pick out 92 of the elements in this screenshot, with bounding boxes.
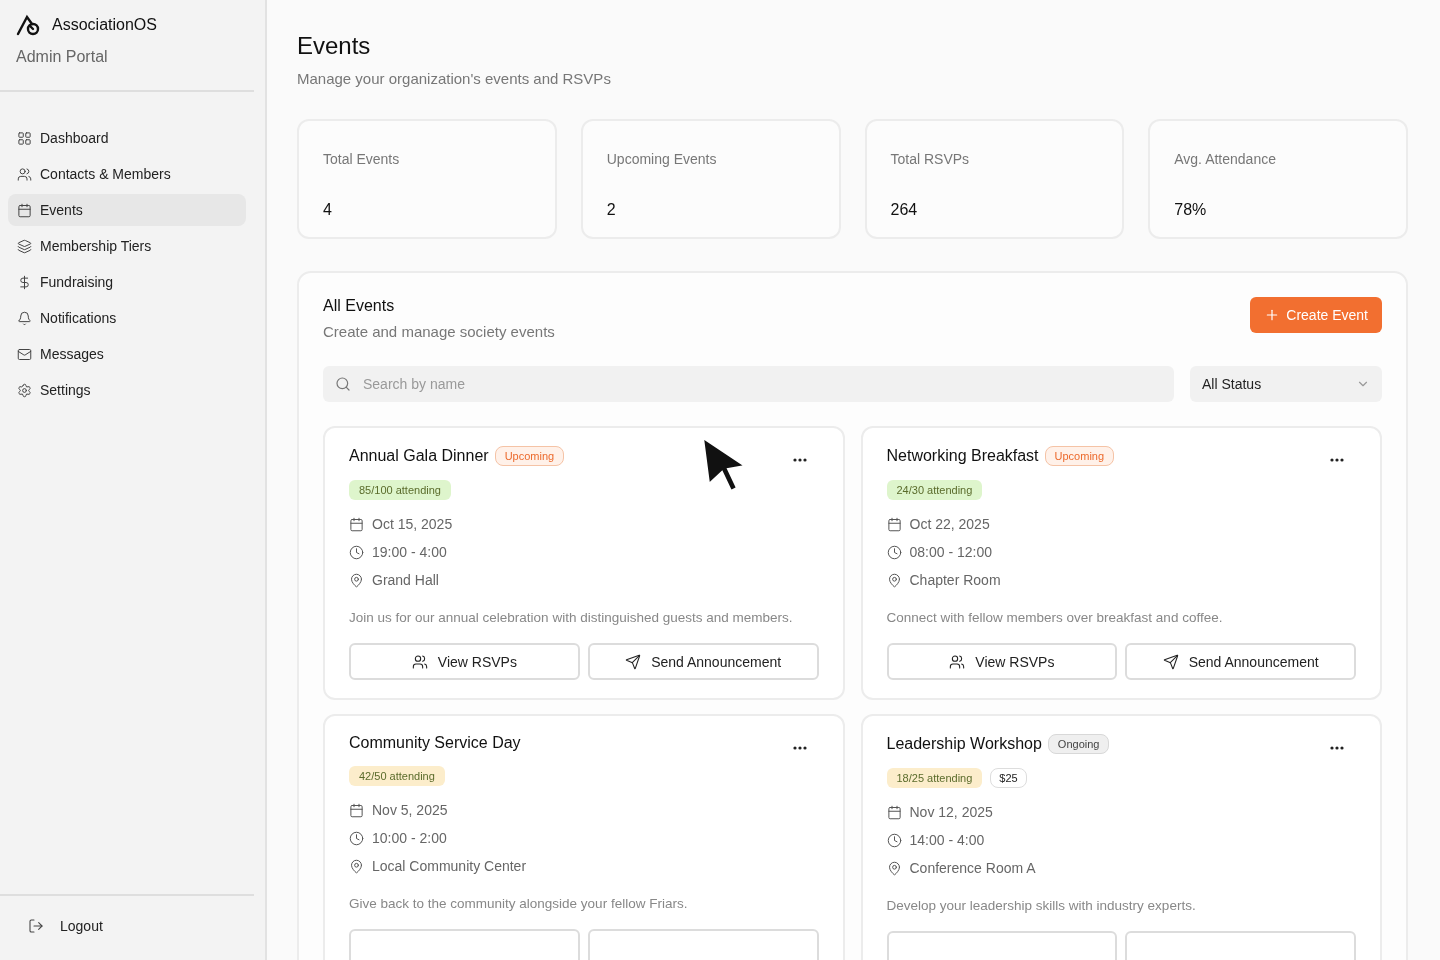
- stat-label: Avg. Attendance: [1174, 151, 1277, 167]
- more-options-button[interactable]: [1330, 458, 1344, 462]
- event-time: 08:00 - 12:00: [909, 544, 992, 560]
- clock-icon: [349, 544, 364, 560]
- nav-item[interactable]: Messages: [8, 338, 246, 370]
- status-badge: Upcoming: [1044, 446, 1115, 466]
- calendar-icon: [886, 516, 902, 532]
- event-description: Develop your leadership skills with industry experts.: [886, 898, 1197, 913]
- view-rsvps-button[interactable]: View RSVPs: [886, 643, 1118, 680]
- search-field[interactable]: Search by name: [323, 366, 1174, 402]
- event-title: Annual Gala Dinner: [349, 447, 489, 465]
- dashboard-icon: [17, 130, 32, 146]
- event-date: Oct 15, 2025: [372, 516, 453, 532]
- event-location: Chapter Room: [909, 572, 1001, 588]
- event-time: 14:00 - 4:00: [909, 832, 985, 848]
- event-title: Community Service Day: [349, 734, 521, 752]
- more-options-button[interactable]: [1330, 746, 1344, 750]
- status-dropdown[interactable]: All Status: [1190, 366, 1382, 402]
- event-location: Grand Hall: [372, 572, 439, 588]
- page-title: Events: [297, 32, 372, 60]
- more-options-button[interactable]: [792, 746, 807, 750]
- ellipsis-icon: [792, 458, 807, 462]
- event-title: Leadership Workshop: [886, 735, 1042, 753]
- nav-item[interactable]: Contacts & Members: [8, 158, 246, 190]
- calendar-icon: [17, 202, 32, 218]
- event-description: Give back to the community alongside your fellow Friars.: [349, 896, 689, 911]
- event-time: 10:00 - 2:00: [372, 830, 447, 846]
- event-time: 19:00 - 4:00: [372, 544, 447, 560]
- brand-name: AssociationOS: [52, 16, 157, 34]
- stat-label: Upcoming Events: [606, 151, 718, 167]
- page-subtitle: Manage your organization's events and RSVPs: [297, 70, 612, 87]
- settings-icon: [17, 382, 32, 398]
- users-icon: [411, 653, 428, 670]
- location-pin-icon: [886, 572, 902, 588]
- attendance-badge: 42/50 attending: [349, 766, 445, 786]
- users-icon: [17, 166, 32, 182]
- nav-item[interactable]: Membership Tiers: [8, 230, 246, 262]
- stat-label: Total RSVPs: [890, 151, 971, 167]
- clock-icon: [349, 830, 364, 846]
- portal-subtitle: Admin Portal: [16, 48, 109, 66]
- send-announcement-button[interactable]: Send Announcement: [587, 643, 819, 680]
- stat-value: 264: [890, 201, 919, 219]
- location-pin-icon: [349, 572, 364, 588]
- event-location: Local Community Center: [372, 858, 527, 874]
- clock-icon: [886, 832, 902, 848]
- stat-value: 4: [323, 201, 333, 219]
- event-date: Oct 22, 2025: [909, 516, 990, 532]
- more-options-button[interactable]: [792, 458, 807, 462]
- event-description: Join us for our annual celebration with distinguished guests and members.: [349, 610, 794, 625]
- event-description: Connect with fellow members over breakfast and coffee.: [886, 610, 1224, 625]
- calendar-icon: [349, 516, 364, 532]
- price-badge: $25: [990, 768, 1027, 788]
- send-icon: [1162, 653, 1179, 670]
- view-rsvps-button[interactable]: View RSVPs: [349, 643, 580, 680]
- location-pin-icon: [886, 860, 902, 876]
- clock-icon: [886, 544, 902, 560]
- calendar-icon: [886, 804, 902, 820]
- panel-title: All Events: [323, 297, 396, 315]
- stat-value: 78%: [1174, 201, 1208, 219]
- users-icon: [949, 653, 966, 670]
- attendance-badge: 18/25 attending: [886, 768, 983, 788]
- send-announcement-button[interactable]: Send Announcement: [1125, 643, 1356, 680]
- ellipsis-icon: [1330, 746, 1344, 750]
- calendar-icon: [349, 802, 364, 818]
- logout-icon: [28, 918, 44, 934]
- status-badge: Ongoing: [1047, 734, 1110, 754]
- logo-icon: [16, 14, 42, 36]
- stat-label: Total Events: [323, 151, 401, 167]
- attendance-badge: 85/100 attending: [349, 480, 451, 500]
- nav-item[interactable]: Fundraising: [8, 266, 246, 298]
- send-icon: [625, 653, 642, 670]
- mail-icon: [17, 346, 32, 362]
- nav-item[interactable]: Notifications: [8, 302, 246, 334]
- ellipsis-icon: [1330, 458, 1344, 462]
- event-location: Conference Room A: [909, 860, 1036, 876]
- panel-subtitle: Create and manage society events: [323, 323, 555, 340]
- location-pin-icon: [349, 858, 364, 874]
- status-badge: Upcoming: [494, 446, 565, 466]
- event-date: Nov 12, 2025: [909, 804, 993, 820]
- search-icon: [335, 376, 351, 392]
- logout-link[interactable]: Logout: [28, 918, 226, 934]
- event-title: Networking Breakfast: [886, 447, 1039, 465]
- event-date: Nov 5, 2025: [372, 802, 448, 818]
- attendance-badge: 24/30 attending: [886, 480, 983, 500]
- nav-item[interactable]: Settings: [8, 374, 246, 406]
- ellipsis-icon: [792, 746, 807, 750]
- stat-value: 2: [606, 201, 617, 219]
- nav-item[interactable]: Dashboard: [8, 122, 246, 154]
- nav-item[interactable]: Events: [8, 194, 246, 226]
- layers-icon: [17, 238, 32, 254]
- bell-icon: [17, 310, 32, 326]
- dollar-icon: [17, 274, 32, 290]
